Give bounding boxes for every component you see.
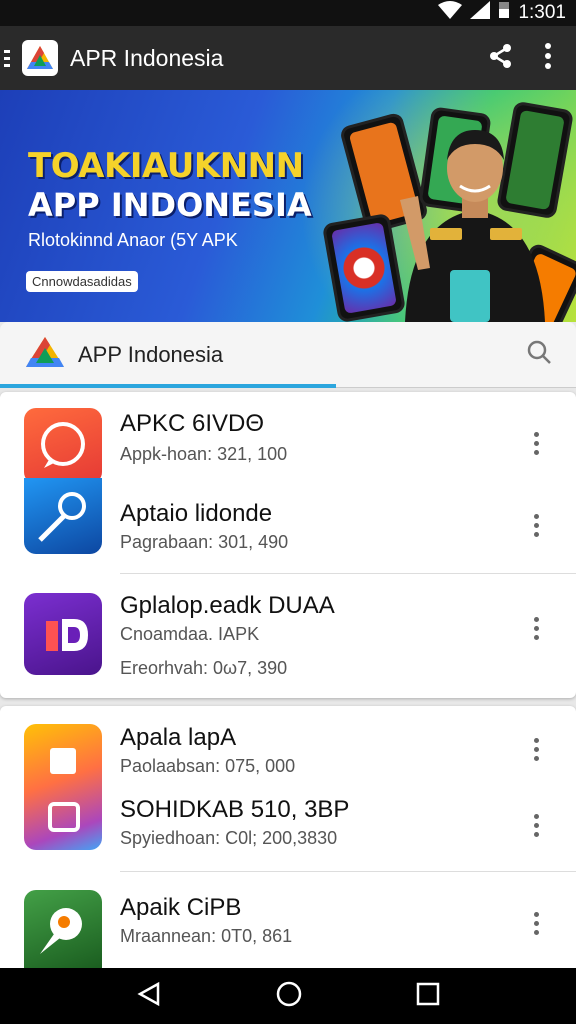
more-options-icon[interactable] (526, 428, 546, 458)
app-title[interactable]: Apaik CiPB (120, 894, 241, 922)
app-title[interactable]: SOHIDKAB 510, 3BP (120, 796, 349, 824)
more-options-icon[interactable] (526, 908, 546, 938)
app-title: APR Indonesia (70, 44, 224, 71)
list-divider (120, 871, 576, 872)
app-title[interactable]: APKC 6IVDΘ (120, 410, 264, 438)
status-time: 1:301 (518, 2, 566, 23)
back-icon[interactable] (136, 981, 162, 1012)
app-logo (22, 40, 58, 76)
app-list-card: APKC 6IVDΘ Appk-hoan: 321, 100 Aptaio li… (0, 392, 576, 698)
banner-cta-button[interactable]: Cnnowdasadidas (26, 271, 138, 292)
app-title[interactable]: Aptaio lidonde (120, 500, 272, 528)
presenter-illustration (400, 110, 550, 322)
app-list-card: Apala lapA Paolaabsan: 075, 000 SOHIDKAB… (0, 706, 576, 968)
app-subtitle: Spyiedhoan: C0l; 200,3830 (120, 828, 338, 848)
app-bar: APR Indonesia (0, 26, 576, 90)
wifi-icon (438, 1, 463, 25)
app-title[interactable]: Apala lapA (120, 724, 236, 752)
app-title[interactable]: Gplalop.eadk DUAA (120, 592, 335, 620)
more-options-icon[interactable] (526, 734, 546, 764)
more-options-icon[interactable] (526, 510, 546, 540)
more-vert-icon[interactable] (544, 42, 552, 75)
app-subtitle: Pagrabaan: 301, 490 (120, 532, 289, 552)
phone-illustration (321, 212, 407, 322)
loading-progress-bar (0, 384, 336, 388)
banner-headline: TOAKIAUKNNN (28, 146, 304, 186)
list-divider (120, 573, 576, 574)
signal-icon (470, 1, 491, 25)
promo-banner[interactable]: TOAKIAUKNNN APP INDONESIA Rlotokinnd Ana… (0, 90, 576, 322)
system-nav-bar (0, 968, 576, 1024)
app-icon-key (24, 478, 102, 554)
app-icon-notes (24, 724, 102, 850)
app-subtitle: Cnoamdaa. IAPK (120, 624, 260, 644)
app-subtitle: Paolaabsan: 075, 000 (120, 756, 296, 776)
app-icon-chat (24, 408, 102, 484)
app-subtitle-2: Ereorhvah: 0ω7, 390 (120, 658, 288, 678)
home-icon[interactable] (275, 980, 303, 1013)
app-subtitle: Mraannean: 0T0, 861 (120, 926, 293, 946)
banner-subtitle: Rlotokinnd Anaor (5Y APK (28, 230, 238, 250)
more-options-icon[interactable] (526, 810, 546, 840)
battery-icon (498, 1, 510, 25)
search-icon[interactable] (526, 339, 552, 370)
recents-icon[interactable] (416, 982, 440, 1011)
menu-icon[interactable] (4, 49, 18, 67)
search-header: APP Indonesia (0, 322, 576, 388)
app-logo (24, 335, 66, 374)
more-options-icon[interactable] (526, 613, 546, 643)
app-subtitle: Appk-hoan: 321, 100 (120, 444, 288, 464)
share-icon[interactable] (486, 42, 514, 75)
app-icon-id (24, 593, 102, 675)
app-icon-megaphone (24, 890, 102, 968)
banner-headline-2: APP INDONESIA (28, 186, 312, 224)
search-title: APP Indonesia (78, 341, 224, 367)
status-bar: 1:301 (0, 0, 576, 26)
